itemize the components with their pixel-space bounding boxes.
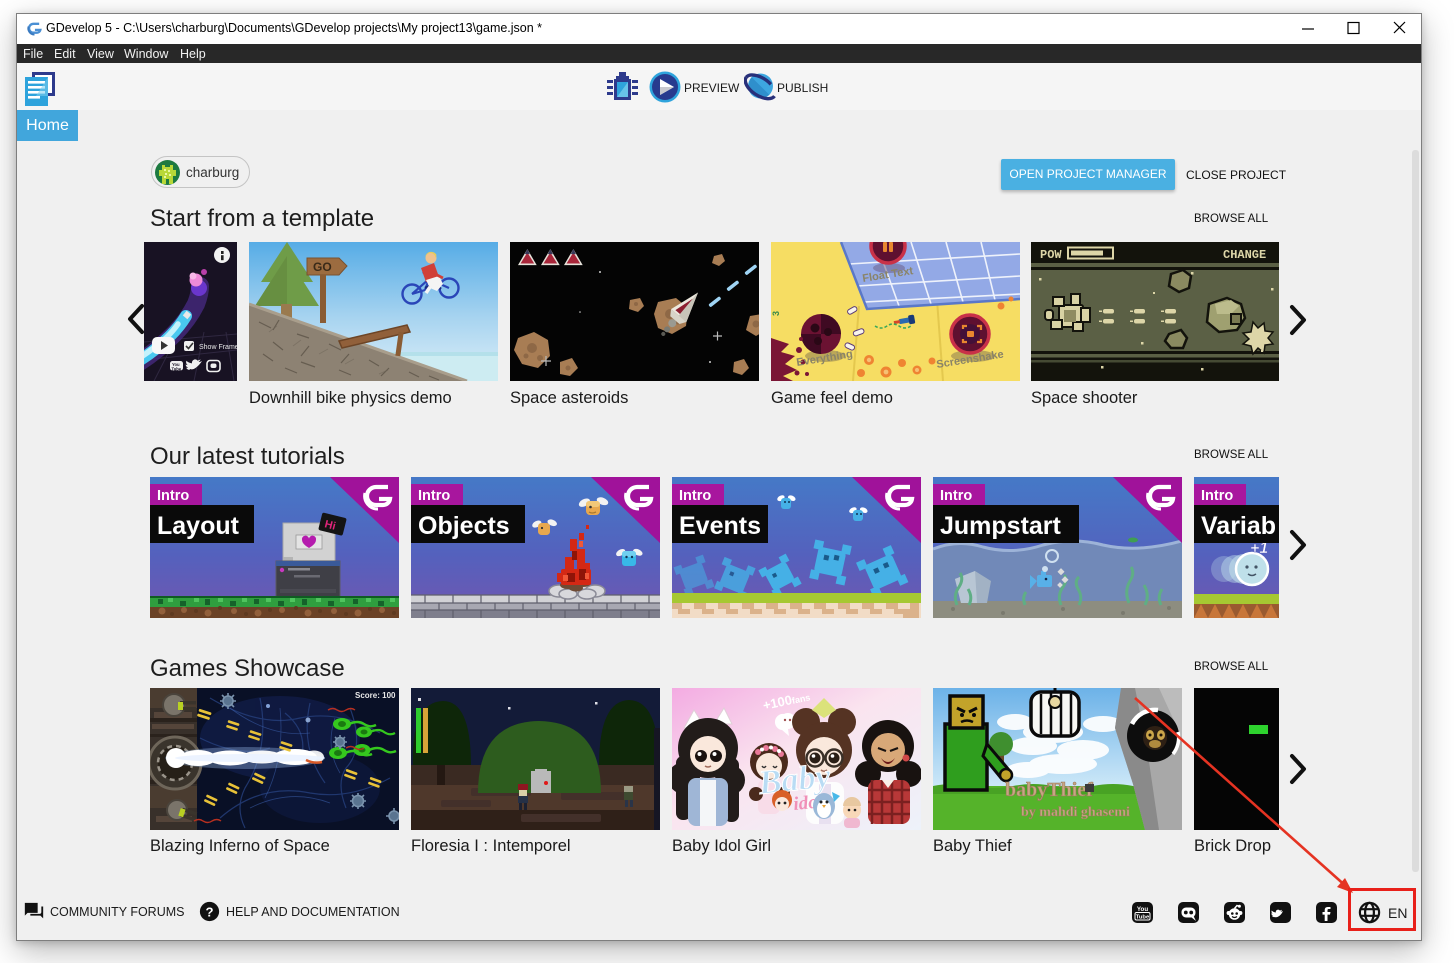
svg-text:Score: 100: Score: 100	[355, 691, 396, 700]
svg-text:3: 3	[771, 311, 781, 316]
svg-text:Intro: Intro	[418, 488, 450, 504]
svg-text:Events: Events	[679, 512, 761, 540]
svg-text:Jumpstart: Jumpstart	[940, 512, 1062, 540]
svg-text:Objects: Objects	[418, 512, 510, 540]
svg-text:Show Frame: Show Frame	[199, 344, 237, 351]
svg-text:You: You	[1137, 906, 1148, 913]
svg-text:?: ?	[205, 904, 213, 919]
svg-text:Intro: Intro	[1201, 488, 1233, 504]
svg-text:Intro: Intro	[157, 488, 189, 504]
svg-text:babyThief: babyThief	[1005, 779, 1093, 801]
svg-text:by mahdi ghasemi: by mahdi ghasemi	[1021, 805, 1130, 820]
svg-text:Layout: Layout	[157, 512, 240, 540]
svg-text:Intro: Intro	[679, 488, 711, 504]
svg-text:CHANGE: CHANGE	[1223, 248, 1266, 262]
svg-text:GO: GO	[313, 260, 332, 274]
svg-text:Tube: Tube	[1136, 915, 1150, 921]
svg-text:Tube: Tube	[172, 367, 182, 372]
svg-text:POW: POW	[1040, 248, 1062, 262]
svg-text:Intro: Intro	[940, 488, 972, 504]
svg-text:Variab: Variab	[1201, 512, 1276, 540]
